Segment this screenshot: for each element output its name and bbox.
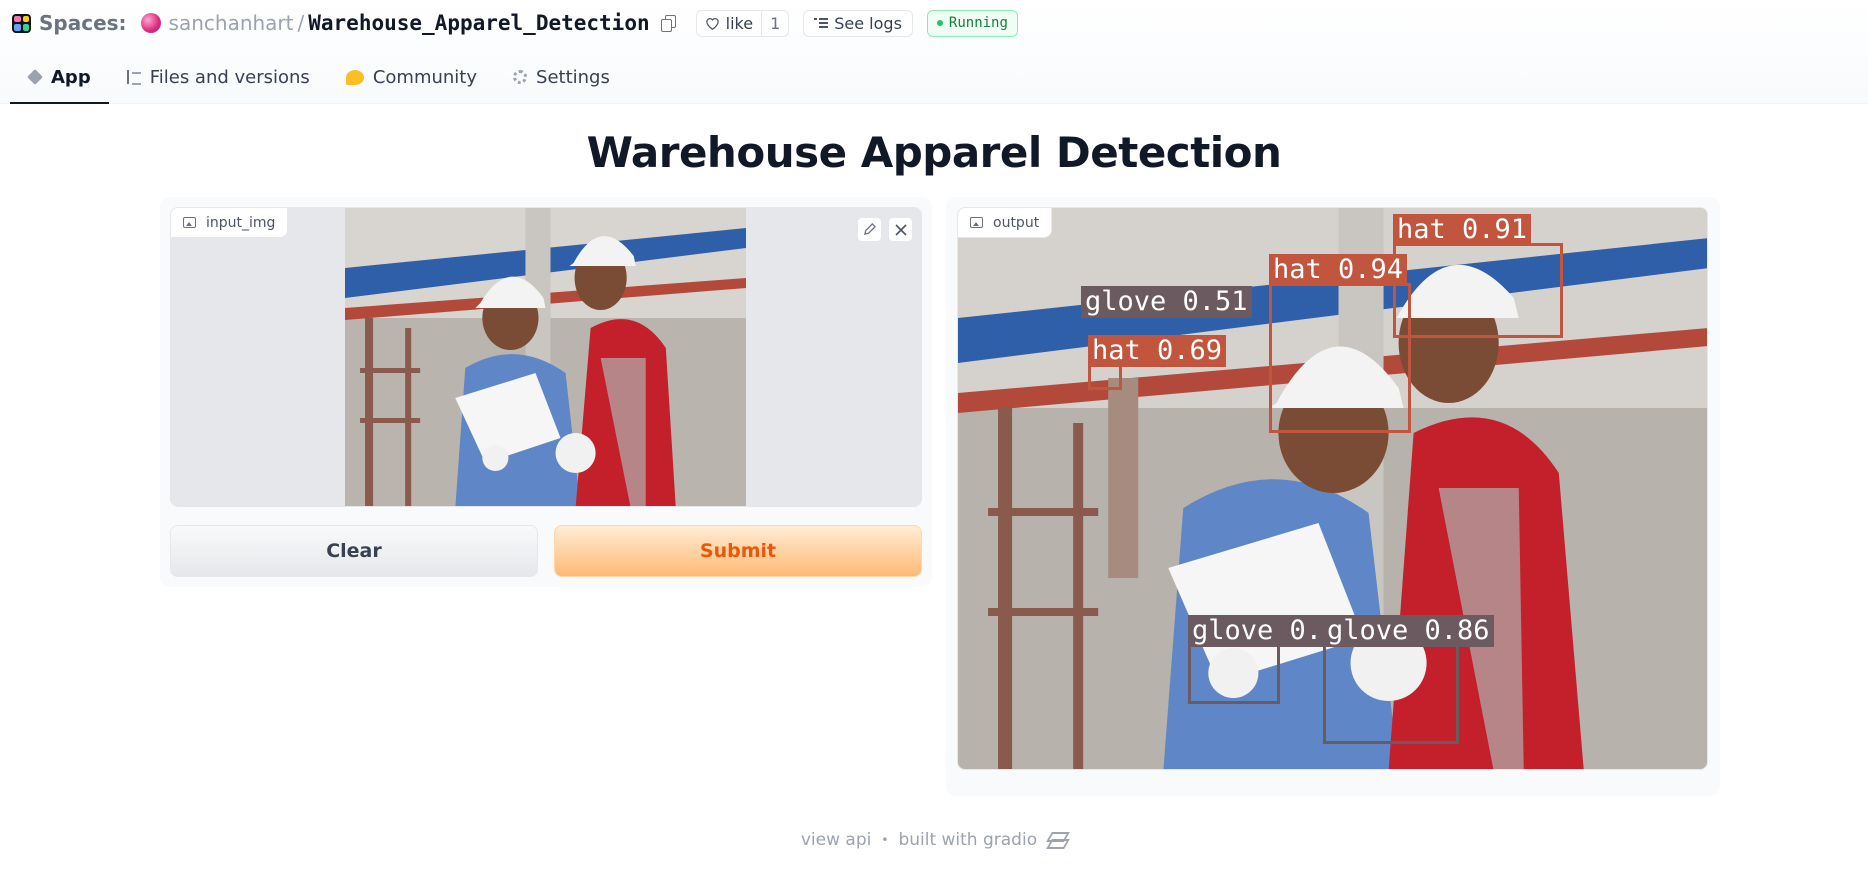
detection-label: hat 0.91 — [1393, 214, 1532, 246]
heart-icon — [705, 18, 719, 30]
detection-box-hat: hat 0.94 — [1269, 254, 1411, 433]
gradio-logo-icon — [1047, 832, 1067, 848]
image-icon — [183, 217, 196, 228]
tab-files-and-versions[interactable]: Files and versions — [109, 52, 328, 104]
detection-box-glove: glove 0.86 — [1323, 615, 1494, 744]
copy-icon[interactable] — [660, 15, 676, 32]
detection-box-glove: glove 0.8 — [1188, 615, 1343, 704]
status-dot-icon — [936, 20, 943, 26]
like-button[interactable]: like 1 — [695, 9, 790, 37]
clear-button[interactable]: Clear — [170, 525, 538, 577]
detection-label: glove 0.8 — [1188, 615, 1343, 647]
tab-settings-label: Settings — [536, 66, 610, 88]
tab-app[interactable]: App — [10, 52, 109, 104]
see-logs-button[interactable]: See logs — [803, 9, 913, 37]
input-image-dropzone[interactable]: input_img — [170, 207, 922, 507]
gradio-footer: view api • built with gradio — [0, 830, 1868, 850]
spaces-label[interactable]: Spaces: — [39, 11, 127, 35]
repo-name[interactable]: Warehouse_Apparel_Detection — [308, 11, 649, 35]
status-text: Running — [948, 15, 1008, 31]
status-badge: Running — [926, 9, 1018, 37]
cube-icon — [27, 69, 43, 85]
tab-community-label: Community — [372, 66, 478, 88]
edit-button[interactable] — [857, 217, 882, 242]
owner-link[interactable]: sanchanhart — [169, 11, 294, 35]
tab-app-label: App — [51, 66, 91, 88]
output-image-label: output — [958, 208, 1053, 238]
detection-label: glove 0.51 — [1081, 286, 1252, 318]
close-icon — [894, 223, 907, 236]
detection-label: hat 0.94 — [1269, 254, 1408, 286]
input-image-label: input_img — [171, 208, 289, 238]
footer-separator: • — [881, 833, 889, 847]
detection-box-hat: hat 0.91 — [1393, 214, 1563, 338]
remove-image-button[interactable] — [888, 217, 913, 242]
space-tabs: App Files and versions Community Setting… — [10, 52, 628, 104]
image-edit-tools — [857, 217, 913, 242]
files-icon — [126, 70, 141, 85]
space-header: Spaces: sanchanhart / Warehouse_Apparel_… — [0, 0, 1868, 104]
logs-icon — [814, 18, 829, 28]
detection-label: glove 0.86 — [1323, 615, 1494, 647]
input-photo — [345, 208, 746, 506]
output-image-label-text: output — [993, 214, 1040, 231]
tab-files-label: Files and versions — [149, 66, 310, 88]
tab-settings[interactable]: Settings — [495, 52, 628, 104]
built-with-gradio-link[interactable]: built with gradio — [898, 830, 1037, 850]
huggingface-logo-icon[interactable] — [12, 13, 31, 33]
output-panel: output hat 0.91 hat 0.94 glove 0.51 hat … — [946, 197, 1720, 796]
space-title-row: Spaces: sanchanhart / Warehouse_Apparel_… — [12, 8, 1018, 38]
app-title: Warehouse Apparel Detection — [586, 128, 1282, 177]
gear-icon — [513, 70, 528, 84]
owner-avatar — [140, 13, 161, 33]
see-logs-label: See logs — [834, 13, 902, 33]
submit-button[interactable]: Submit — [554, 525, 922, 577]
image-icon — [970, 217, 983, 228]
like-count: 1 — [761, 10, 788, 36]
path-separator: / — [297, 11, 305, 35]
like-label: like — [725, 13, 754, 33]
input-panel: input_img Clear Submit — [160, 197, 932, 587]
detection-box-hat: hat 0.69 — [1088, 335, 1227, 390]
detection-label: hat 0.69 — [1088, 335, 1227, 367]
output-image: output hat 0.91 hat 0.94 glove 0.51 hat … — [957, 207, 1708, 770]
view-api-link[interactable]: view api — [801, 830, 871, 850]
input-image-label-text: input_img — [206, 214, 276, 231]
tab-community[interactable]: Community — [328, 52, 495, 104]
pencil-icon — [863, 223, 876, 236]
community-icon — [345, 69, 364, 85]
